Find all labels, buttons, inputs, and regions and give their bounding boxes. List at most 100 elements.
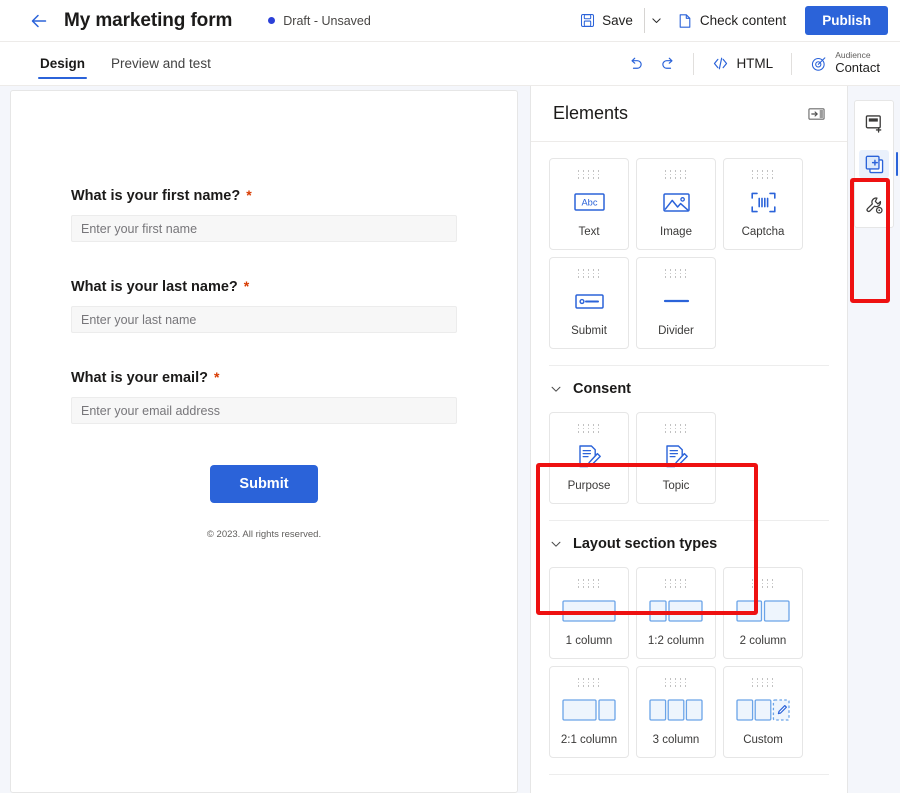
save-button[interactable]: Save <box>571 7 642 34</box>
first-name-input[interactable]: Enter your first name <box>71 215 457 242</box>
element-card-text[interactable]: Abc Text <box>549 158 629 250</box>
save-label: Save <box>602 13 633 28</box>
submit-button-icon <box>550 278 628 325</box>
element-card-1-column[interactable]: 1 column <box>549 567 629 659</box>
form-submit-button[interactable]: Submit <box>210 465 317 503</box>
drag-handle-icon[interactable] <box>578 579 601 588</box>
undo-button[interactable] <box>621 49 651 79</box>
element-label: 3 column <box>653 734 700 757</box>
redo-button[interactable] <box>653 49 683 79</box>
drag-handle-icon[interactable] <box>578 269 601 278</box>
right-tool-rail <box>848 86 900 793</box>
element-card-2-1-column[interactable]: 2:1 column <box>549 666 629 758</box>
status-dot-icon <box>268 17 275 24</box>
add-element-icon <box>865 155 884 174</box>
check-content-label: Check content <box>700 13 786 28</box>
status-badge: Draft - Unsaved <box>268 14 371 28</box>
document-check-icon <box>677 13 693 29</box>
drag-handle-icon[interactable] <box>665 269 688 278</box>
document-edit-icon <box>550 433 628 480</box>
html-label: HTML <box>736 56 773 71</box>
layout-2-column-icon <box>724 588 802 635</box>
section-divider <box>549 520 829 521</box>
code-brackets-icon <box>712 55 729 72</box>
basic-elements-grid: Abc Text <box>549 142 829 355</box>
drag-handle-icon[interactable] <box>578 424 601 433</box>
page-title: My marketing form <box>64 10 232 32</box>
email-input[interactable]: Enter your email address <box>71 397 457 424</box>
layout-section-header[interactable]: Layout section types <box>549 527 829 561</box>
back-button[interactable] <box>22 4 56 38</box>
chevron-down-icon <box>549 382 563 396</box>
element-card-1-2-column[interactable]: 1:2 column <box>636 567 716 659</box>
top-bar-actions: Save Check content Publish <box>571 6 900 35</box>
field-label: What is your first name?* <box>71 187 457 204</box>
svg-text:Abc: Abc <box>581 198 597 208</box>
tab-design[interactable]: Design <box>30 42 95 85</box>
form-canvas[interactable]: What is your first name?* Enter your fir… <box>10 90 518 793</box>
layout-3-column-icon <box>637 687 715 734</box>
collapse-panel-glyph <box>808 107 825 121</box>
element-card-custom[interactable]: Custom <box>723 666 803 758</box>
last-name-input[interactable]: Enter your last name <box>71 306 457 333</box>
designer-body: What is your first name?* Enter your fir… <box>0 86 900 793</box>
tab-preview-and-test[interactable]: Preview and test <box>101 42 221 85</box>
publish-button[interactable]: Publish <box>805 6 888 35</box>
layout-custom-icon <box>724 687 802 734</box>
element-label: Purpose <box>568 480 611 503</box>
styles-wrench-icon <box>865 196 884 215</box>
element-card-2-column[interactable]: 2 column <box>723 567 803 659</box>
audience-contact-button[interactable]: Audience Contact <box>802 47 888 79</box>
drag-handle-icon[interactable] <box>752 170 775 179</box>
consent-section-header[interactable]: Consent <box>549 372 829 406</box>
layout-1-2-column-icon <box>637 588 715 635</box>
elements-panel-title: Elements <box>553 103 628 124</box>
styles-button[interactable] <box>859 191 889 219</box>
element-card-purpose[interactable]: Purpose <box>549 412 629 504</box>
element-label: Image <box>660 226 692 249</box>
submit-row: Submit <box>71 465 457 503</box>
html-button[interactable]: HTML <box>704 50 781 77</box>
drag-handle-icon[interactable] <box>578 170 601 179</box>
top-app-bar: My marketing form Draft - Unsaved Save <box>0 0 900 42</box>
redo-arrow-icon <box>659 55 677 73</box>
check-content-button[interactable]: Check content <box>668 7 795 35</box>
drag-handle-icon[interactable] <box>752 579 775 588</box>
element-label: Custom <box>743 734 783 757</box>
layout-2-1-column-icon <box>550 687 628 734</box>
form-content: What is your first name?* Enter your fir… <box>11 91 517 540</box>
drag-handle-icon[interactable] <box>665 170 688 179</box>
field-label: What is your last name?* <box>71 278 457 295</box>
layout-cards-grid: 1 column 1:2 column <box>549 561 829 764</box>
right-rail-buttons <box>854 100 894 228</box>
save-options-button[interactable] <box>644 8 668 33</box>
required-asterisk: * <box>246 187 251 203</box>
field-label-text: What is your last name? <box>71 279 238 295</box>
audience-value-label: Contact <box>835 61 880 76</box>
element-label: 1:2 column <box>648 635 704 658</box>
form-designer-app: My marketing form Draft - Unsaved Save <box>0 0 900 793</box>
consent-section-title: Consent <box>573 381 631 397</box>
drag-handle-icon[interactable] <box>752 678 775 687</box>
element-card-3-column[interactable]: 3 column <box>636 666 716 758</box>
add-element-button[interactable] <box>859 150 889 178</box>
element-card-submit[interactable]: Submit <box>549 257 629 349</box>
required-asterisk: * <box>214 369 219 385</box>
element-label: Topic <box>663 480 690 503</box>
element-card-divider[interactable]: Divider <box>636 257 716 349</box>
save-disk-icon <box>580 13 595 28</box>
drag-handle-icon[interactable] <box>665 678 688 687</box>
drag-handle-icon[interactable] <box>665 424 688 433</box>
add-section-button[interactable] <box>859 109 889 137</box>
element-card-captcha[interactable]: Captcha <box>723 158 803 250</box>
field-label: What is your email?* <box>71 369 457 386</box>
drag-handle-icon[interactable] <box>665 579 688 588</box>
element-label: Text <box>578 226 599 249</box>
element-card-topic[interactable]: Topic <box>636 412 716 504</box>
element-card-image[interactable]: Image <box>636 158 716 250</box>
drag-handle-icon[interactable] <box>578 678 601 687</box>
undo-arrow-icon <box>627 55 645 73</box>
collapse-panel-icon[interactable] <box>808 107 825 121</box>
document-edit-icon <box>637 433 715 480</box>
layout-section-title: Layout section types <box>573 536 717 552</box>
